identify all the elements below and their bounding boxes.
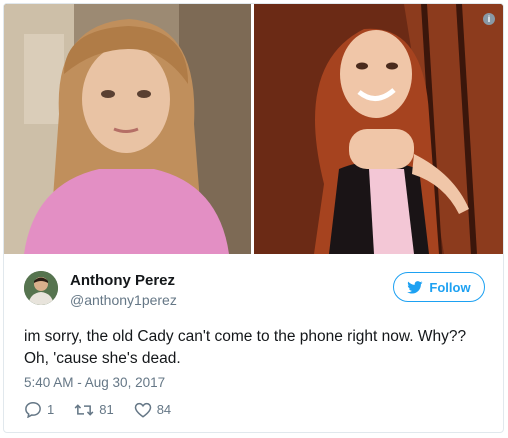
tweet-header: Anthony Perez @anthony1perez Follow	[24, 268, 485, 314]
tweet-actions: 1 81 84	[24, 401, 171, 418]
photo-right-illustration	[254, 4, 503, 254]
twitter-bird-icon	[407, 280, 423, 294]
retweet-action[interactable]: 81	[74, 402, 114, 418]
tweet-card: i Anthony Perez @anthony1perez Follow im…	[3, 3, 504, 433]
tweet-text: im sorry, the old Cady can't come to the…	[24, 328, 467, 367]
heart-icon	[134, 402, 151, 418]
tweet-photo-right[interactable]	[254, 4, 503, 254]
avatar-image	[24, 271, 58, 305]
tweet-timestamp[interactable]: 5:40 AM - Aug 30, 2017	[24, 375, 165, 390]
display-name[interactable]: Anthony Perez	[70, 272, 175, 289]
reply-action[interactable]: 1	[24, 401, 54, 418]
follow-button-label: Follow	[429, 279, 471, 295]
retweet-icon	[74, 403, 94, 416]
reply-icon	[25, 401, 41, 418]
info-icon[interactable]: i	[483, 13, 495, 25]
follow-button[interactable]: Follow	[393, 272, 485, 302]
retweet-count: 81	[99, 402, 114, 417]
photo-left-illustration	[4, 4, 251, 254]
tweet-photo-left[interactable]	[4, 4, 251, 254]
user-handle[interactable]: @anthony1perez	[70, 292, 177, 308]
like-count: 84	[156, 402, 172, 417]
reply-count: 1	[47, 402, 55, 417]
tweet-media: i	[4, 4, 503, 254]
like-action[interactable]: 84	[134, 402, 171, 418]
avatar[interactable]	[24, 271, 58, 305]
